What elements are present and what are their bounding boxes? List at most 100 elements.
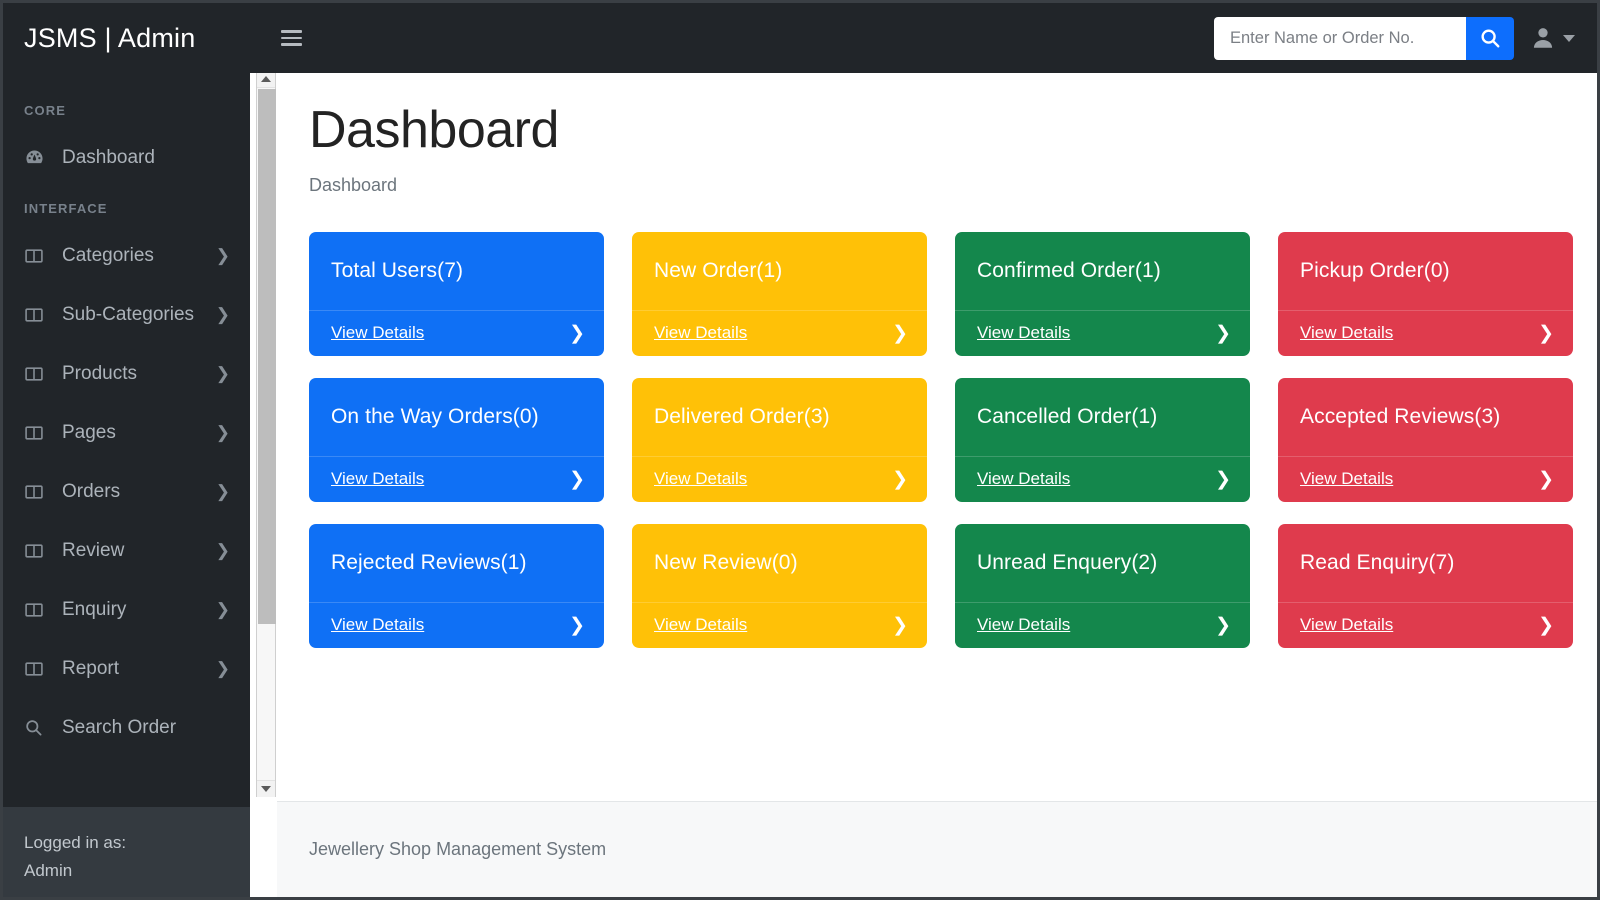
sidebar-heading-core: CORE bbox=[24, 103, 66, 118]
card-title: New Review(0) bbox=[654, 550, 798, 574]
view-details-label: View Details bbox=[977, 469, 1071, 489]
view-details-link[interactable]: View Details ❯ bbox=[632, 601, 927, 648]
user-avatar-icon bbox=[1533, 28, 1553, 48]
chevron-right-icon: ❯ bbox=[892, 614, 908, 636]
chevron-right-icon: ❯ bbox=[215, 600, 230, 619]
stat-card-delivered-order[interactable]: Delivered Order(3) View Details ❯ bbox=[632, 377, 927, 502]
stat-card-rejected-reviews[interactable]: Rejected Reviews(1) View Details ❯ bbox=[309, 523, 604, 648]
hamburger-bar bbox=[280, 36, 302, 40]
chevron-right-icon: ❯ bbox=[1538, 614, 1554, 636]
sidebar-item-label: Review bbox=[62, 539, 125, 561]
view-details-link[interactable]: View Details ❯ bbox=[955, 455, 1250, 502]
sidebar-item-dashboard[interactable]: Dashboard bbox=[3, 128, 250, 187]
stat-card-cancelled-order[interactable]: Cancelled Order(1) View Details ❯ bbox=[955, 377, 1250, 502]
user-menu[interactable] bbox=[1530, 25, 1575, 51]
stat-card-confirmed-order[interactable]: Confirmed Order(1) View Details ❯ bbox=[955, 231, 1250, 356]
stat-card-pickup-order[interactable]: Pickup Order(0) View Details ❯ bbox=[1278, 231, 1573, 356]
sidebar-item-sub-categories[interactable]: Sub-Categories ❯ bbox=[3, 285, 250, 344]
view-details-link[interactable]: View Details ❯ bbox=[955, 601, 1250, 648]
view-details-label: View Details bbox=[331, 615, 425, 635]
view-details-label: View Details bbox=[654, 615, 748, 635]
view-details-link[interactable]: View Details ❯ bbox=[1278, 309, 1573, 356]
sidebar-item-label: Dashboard bbox=[62, 146, 155, 168]
sidebar-item-review[interactable]: Review ❯ bbox=[3, 521, 250, 580]
sidebar-item-label: Products bbox=[62, 362, 137, 384]
chevron-right-icon: ❯ bbox=[215, 482, 230, 501]
card-title: Confirmed Order(1) bbox=[977, 258, 1161, 282]
search-icon bbox=[24, 718, 50, 737]
triangle-up-icon bbox=[261, 76, 271, 82]
sidebar-item-pages[interactable]: Pages ❯ bbox=[3, 403, 250, 462]
chevron-right-icon: ❯ bbox=[569, 468, 585, 490]
sidebar-item-label: Report bbox=[62, 657, 120, 679]
columns-icon bbox=[24, 364, 50, 384]
logged-in-label: Logged in as: bbox=[24, 833, 127, 852]
scrollbar-down-button[interactable] bbox=[257, 780, 275, 797]
card-title: Accepted Reviews(3) bbox=[1300, 404, 1501, 428]
sidebar-item-label: Sub-Categories bbox=[62, 303, 195, 325]
sidebar: CORE Dashboard INTERFACE Categories ❯ Su… bbox=[3, 73, 250, 897]
chevron-down-icon bbox=[1563, 34, 1575, 42]
view-details-label: View Details bbox=[1300, 615, 1394, 635]
view-details-link[interactable]: View Details ❯ bbox=[632, 309, 927, 356]
view-details-label: View Details bbox=[977, 615, 1071, 635]
columns-icon bbox=[24, 541, 50, 561]
columns-icon bbox=[24, 659, 50, 679]
stat-card-new-order[interactable]: New Order(1) View Details ❯ bbox=[632, 231, 927, 356]
sidebar-item-search-order[interactable]: Search Order bbox=[3, 698, 250, 757]
view-details-link[interactable]: View Details ❯ bbox=[309, 309, 604, 356]
hamburger-bar bbox=[280, 43, 302, 46]
stat-card-total-users[interactable]: Total Users(7) View Details ❯ bbox=[309, 231, 604, 356]
stat-card-new-review[interactable]: New Review(0) View Details ❯ bbox=[632, 523, 927, 648]
app-window: JSMS | Admin Enter Name or Order No. COR… bbox=[0, 0, 1600, 900]
chevron-right-icon: ❯ bbox=[1215, 322, 1231, 344]
card-title: Unread Enquery(2) bbox=[977, 550, 1158, 574]
stat-card-accepted-reviews[interactable]: Accepted Reviews(3) View Details ❯ bbox=[1278, 377, 1573, 502]
card-title: New Order(1) bbox=[654, 258, 783, 282]
chevron-right-icon: ❯ bbox=[569, 614, 585, 636]
view-details-link[interactable]: View Details ❯ bbox=[1278, 455, 1573, 502]
sidebar-item-categories[interactable]: Categories ❯ bbox=[3, 226, 250, 285]
hamburger-menu-icon[interactable] bbox=[274, 21, 308, 55]
search-box bbox=[1214, 16, 1514, 60]
sidebar-item-label: Categories bbox=[62, 244, 154, 266]
sidebar-item-label: Search Order bbox=[62, 716, 177, 738]
search-icon bbox=[1481, 29, 1500, 48]
card-title: Delivered Order(3) bbox=[654, 404, 830, 428]
scrollbar-up-button[interactable] bbox=[257, 71, 275, 88]
view-details-link[interactable]: View Details ❯ bbox=[1278, 601, 1573, 648]
top-navbar: JSMS | Admin bbox=[3, 3, 1597, 73]
chevron-right-icon: ❯ bbox=[215, 659, 230, 678]
search-button[interactable] bbox=[1466, 16, 1514, 60]
page-header: Dashboard Dashboard bbox=[277, 73, 1597, 196]
chevron-right-icon: ❯ bbox=[215, 246, 230, 265]
brand-title[interactable]: JSMS | Admin bbox=[3, 23, 250, 54]
card-title: Rejected Reviews(1) bbox=[331, 550, 527, 574]
sidebar-item-products[interactable]: Products ❯ bbox=[3, 344, 250, 403]
sidebar-nav: CORE Dashboard INTERFACE Categories ❯ Su… bbox=[3, 73, 250, 807]
content-scrollbar[interactable] bbox=[256, 71, 276, 797]
view-details-label: View Details bbox=[654, 323, 748, 343]
view-details-link[interactable]: View Details ❯ bbox=[309, 601, 604, 648]
view-details-label: View Details bbox=[654, 469, 748, 489]
stat-card-unread-enquery[interactable]: Unread Enquery(2) View Details ❯ bbox=[955, 523, 1250, 648]
sidebar-item-enquiry[interactable]: Enquiry ❯ bbox=[3, 580, 250, 639]
page-footer: Jewellery Shop Management System bbox=[277, 801, 1597, 897]
card-title: Total Users(7) bbox=[331, 258, 464, 282]
stat-card-on-the-way-orders[interactable]: On the Way Orders(0) View Details ❯ bbox=[309, 377, 604, 502]
columns-icon bbox=[24, 305, 50, 325]
stat-card-read-enquiry[interactable]: Read Enquiry(7) View Details ❯ bbox=[1278, 523, 1573, 648]
sidebar-item-report[interactable]: Report ❯ bbox=[3, 639, 250, 698]
sidebar-item-orders[interactable]: Orders ❯ bbox=[3, 462, 250, 521]
view-details-link[interactable]: View Details ❯ bbox=[309, 455, 604, 502]
page-title: Dashboard bbox=[309, 101, 559, 159]
search-input[interactable] bbox=[1214, 16, 1466, 60]
chevron-right-icon: ❯ bbox=[892, 468, 908, 490]
chevron-right-icon: ❯ bbox=[215, 541, 230, 560]
view-details-link[interactable]: View Details ❯ bbox=[632, 455, 927, 502]
chevron-right-icon: ❯ bbox=[1538, 322, 1554, 344]
scrollbar-thumb[interactable] bbox=[258, 89, 276, 624]
card-title: Cancelled Order(1) bbox=[977, 404, 1158, 428]
view-details-link[interactable]: View Details ❯ bbox=[955, 309, 1250, 356]
view-details-label: View Details bbox=[331, 469, 425, 489]
